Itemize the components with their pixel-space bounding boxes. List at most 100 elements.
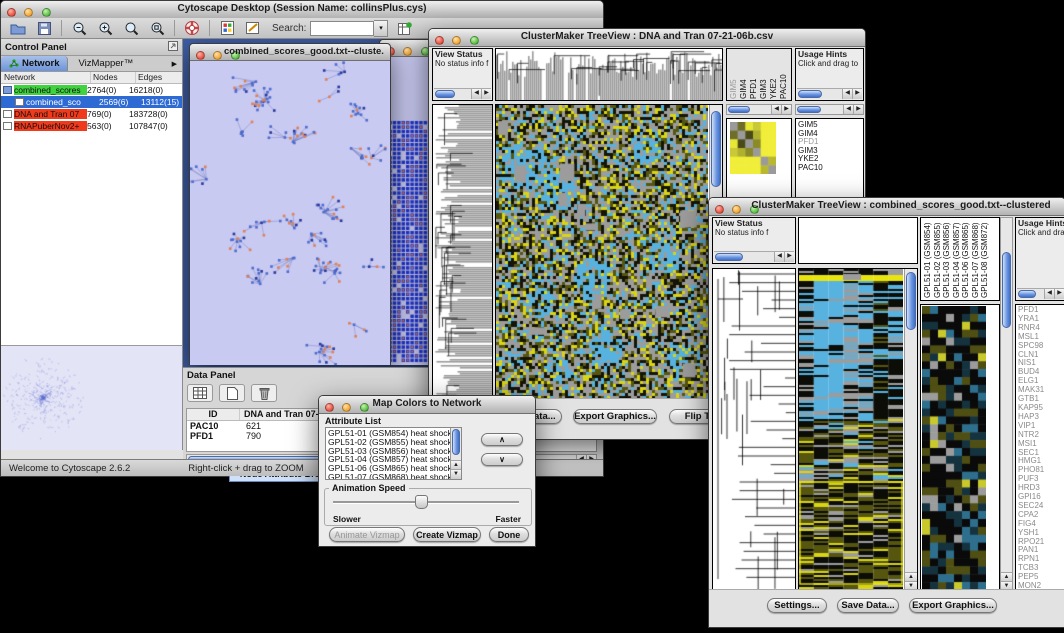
array-label[interactable]: GPL51-08 (GSM872) [980,220,989,298]
array-label[interactable]: GIM3 [759,50,768,99]
column-dendrogram-pane[interactable] [495,48,723,101]
network1-titlebar[interactable]: combined_scores_good.txt--cluste... [190,44,390,61]
array-label[interactable]: YKE2 [769,50,778,99]
new-doc-icon[interactable] [219,384,245,402]
minimize-button[interactable] [732,205,741,214]
scroll-right-icon[interactable]: ▶ [784,252,794,262]
main-titlebar[interactable]: Cytoscape Desktop (Session Name: collins… [1,1,603,19]
heatmap-canvas[interactable] [496,105,708,400]
help-lifering-icon[interactable] [179,19,205,37]
close-button[interactable] [435,36,444,45]
col-network[interactable]: Network [1,72,91,83]
zoom-selected-icon[interactable] [118,19,144,37]
minimize-button[interactable] [342,403,351,412]
scroll-left-icon[interactable]: ◀ [842,89,852,99]
heatmap-pane-global[interactable]: ▲ ▼ [798,268,918,592]
network-overview-canvas[interactable] [1,346,181,448]
gene-labels-hscrollbar[interactable]: ◀ ▶ [795,104,864,115]
dialog-button[interactable]: Create Vizmap [413,527,481,542]
labels-vscrollbar[interactable]: ▲ ▼ [1000,217,1013,592]
treeviewC-titlebar[interactable]: ClusterMaker TreeView : combined_scores_… [709,198,1064,216]
trash-icon[interactable] [251,384,277,402]
gene-label[interactable]: PAC10 [798,164,861,173]
tab-network[interactable]: Network [1,56,68,71]
scroll-left-icon[interactable]: ◀ [771,105,781,114]
row-dendrogram-pane[interactable] [432,104,493,401]
zoom-heatmap-canvas[interactable] [922,306,986,590]
zoom-in-icon[interactable] [92,19,118,37]
scroll-left-icon[interactable]: ◀ [774,252,784,262]
scroll-down-icon[interactable]: ▼ [451,469,461,479]
close-button[interactable] [196,51,205,60]
minimize-button[interactable] [452,36,461,45]
search-input[interactable] [310,21,374,36]
zoom-fit-icon[interactable] [144,19,170,37]
close-button[interactable] [715,205,724,214]
array-label[interactable]: GIM5 [729,50,738,99]
float-panel-icon[interactable] [168,41,178,54]
usage-hints-hscrollbar[interactable]: ◀ ▶ [797,88,862,99]
search-dropdown-button[interactable]: ▾ [374,20,388,37]
id-column-header[interactable]: ID [187,409,240,420]
move-down-button[interactable]: ∨ [481,453,523,466]
close-button[interactable] [325,403,334,412]
vizmapper-icon[interactable] [214,19,240,37]
annotation-icon[interactable] [240,19,266,37]
minimize-button[interactable] [213,51,222,60]
scroll-right-icon[interactable]: ▶ [781,105,791,114]
column-dendrogram-canvas[interactable] [496,49,722,100]
array-label[interactable]: PFD1 [749,50,758,99]
col-nodes[interactable]: Nodes [91,72,136,83]
attribute-browser-icon[interactable] [392,19,418,37]
attribute-list-item[interactable]: GPL51-07 (GSM868) heat shock 60 min [328,473,459,480]
dialog-button[interactable]: Done [489,527,529,542]
array-label[interactable]: GPL51-06 (GSM865) [961,220,970,298]
network1-canvas[interactable] [190,61,390,365]
zoom-button[interactable] [470,36,479,45]
heatmap-vscrollbar[interactable]: ▲ ▼ [904,269,917,591]
move-up-button[interactable]: ∧ [481,433,523,446]
close-button[interactable] [7,8,16,17]
array-label[interactable]: GPL51-04 (GSM857) [952,220,961,298]
treeview-button[interactable]: Settings... [767,598,827,613]
network-list-row[interactable]: combined_scores 2764(0) 16218(0) [1,84,182,96]
scroll-right-icon[interactable]: ▶ [852,89,862,99]
array-label[interactable]: GIM4 [739,50,748,99]
scroll-right-icon[interactable]: ▶ [853,105,863,114]
zoom-button[interactable] [42,8,51,17]
save-icon[interactable] [31,19,57,37]
scroll-right-icon[interactable]: ▶ [481,89,491,99]
open-icon[interactable] [5,19,31,37]
similarity-matrix-canvas[interactable] [730,122,776,174]
array-label[interactable]: GPL51-03 (GSM856) [942,220,951,298]
tab-vizmapper[interactable]: VizMapper™ [68,56,143,71]
view-status-hscrollbar[interactable]: ◀ ▶ [434,88,491,99]
network-list-row[interactable]: combined_sco 2569(6) 13112(15) [1,96,182,108]
treeviewB-titlebar[interactable]: ClusterMaker TreeView : DNA and Tran 07-… [429,29,865,47]
scroll-left-icon[interactable]: ◀ [843,105,853,114]
labels-hscrollbar[interactable]: ◀ ▶ [726,104,792,115]
network-list-row[interactable]: DNA and Tran 07 769(0) 183728(0) [1,108,182,120]
dialog-button[interactable]: Animate Vizmap [329,527,405,542]
scroll-left-icon[interactable]: ◀ [471,89,481,99]
view-status-hscrollbar[interactable]: ◀ ▶ [714,251,794,262]
speed-slider-thumb[interactable] [415,495,428,509]
row-dendrogram-pane[interactable] [712,268,796,592]
minimize-button[interactable] [403,47,412,56]
row-dendrogram-canvas[interactable] [713,269,795,591]
heatmap-canvas[interactable] [799,269,903,591]
array-label[interactable]: GPL51-02 (GSM855) [933,220,942,298]
scroll-right-icon[interactable]: ▶ [1054,289,1064,299]
network-overview-panel[interactable] [1,345,182,450]
array-label[interactable]: GPL51-07 (GSM868) [971,220,980,298]
heatmap-pane-global[interactable]: ▲ ▼ [495,104,723,401]
array-label[interactable]: GPL51-01 (GSM854) [923,220,932,298]
treeview-button[interactable]: Save Data... [837,598,899,613]
minimize-button[interactable] [24,8,33,17]
tab-overflow-arrow[interactable]: ▶ [167,56,182,71]
column-dendrogram-pane[interactable] [798,217,918,264]
usage-hints-hscrollbar[interactable]: ◀ ▶ [1017,288,1064,299]
zoom-out-icon[interactable] [66,19,92,37]
row-dendrogram-canvas[interactable] [433,105,492,400]
dialog-titlebar[interactable]: Map Colors to Network [319,396,535,414]
